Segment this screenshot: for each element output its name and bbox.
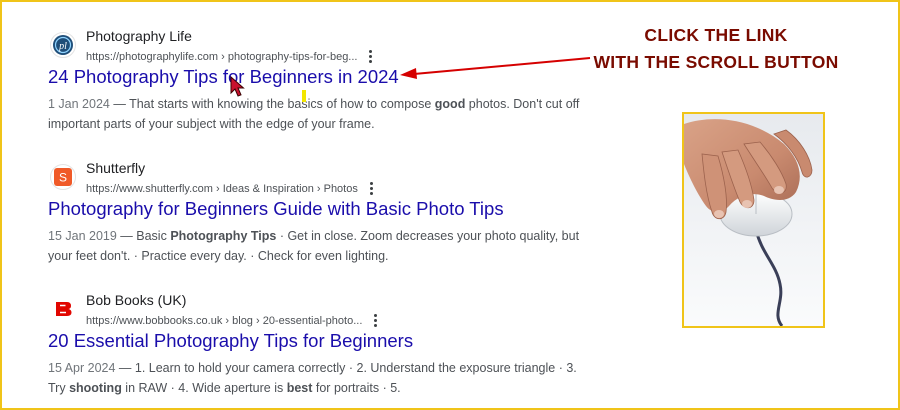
result-snippet: 15 Apr 2024 — 1. Learn to hold your came…	[48, 361, 577, 395]
bob-books-favicon-icon	[50, 296, 76, 322]
search-result: S Shutterfly https://www.shutterfly.com …	[48, 160, 608, 266]
result-snippet: 15 Jan 2019 — Basic Photography Tips · G…	[48, 229, 580, 263]
result-url: https://www.bobbooks.co.uk › blog › 20-e…	[86, 310, 380, 327]
site-name: Shutterfly	[86, 160, 146, 176]
more-options-icon[interactable]	[365, 49, 375, 63]
mouse-pointer-icon	[230, 76, 245, 97]
text-highlight-mark	[302, 90, 306, 102]
result-title-link[interactable]: 24 Photography Tips for Beginners in 202…	[48, 66, 608, 88]
svg-text:S: S	[59, 171, 67, 185]
hand-on-mouse-photo	[682, 112, 825, 328]
result-source[interactable]: pl Photography Life https://photographyl…	[48, 28, 608, 64]
result-source[interactable]: S Shutterfly https://www.shutterfly.com …	[48, 160, 608, 196]
shutterfly-favicon-icon: S	[50, 164, 76, 190]
callout-line-1: CLICK THE LINK	[644, 25, 788, 45]
photography-life-favicon-icon: pl	[50, 32, 76, 58]
screenshot-frame: pl Photography Life https://photographyl…	[0, 0, 900, 410]
callout-line-2: WITH THE SCROLL BUTTON	[593, 52, 839, 72]
more-options-icon[interactable]	[366, 181, 376, 195]
result-snippet: 1 Jan 2024 — That starts with knowing th…	[48, 97, 580, 131]
search-result: Bob Books (UK) https://www.bobbooks.co.u…	[48, 292, 608, 398]
more-options-icon[interactable]	[370, 313, 380, 327]
result-title-link[interactable]: 20 Essential Photography Tips for Beginn…	[48, 330, 608, 352]
search-result: pl Photography Life https://photographyl…	[48, 28, 608, 134]
result-url: https://www.shutterfly.com › Ideas & Ins…	[86, 178, 376, 195]
result-url: https://photographylife.com › photograph…	[86, 46, 375, 63]
site-name: Photography Life	[86, 28, 192, 44]
result-source[interactable]: Bob Books (UK) https://www.bobbooks.co.u…	[48, 292, 608, 328]
instruction-callout: CLICK THE LINK WITH THE SCROLL BUTTON	[586, 22, 846, 76]
svg-text:pl: pl	[58, 41, 67, 52]
site-name: Bob Books (UK)	[86, 292, 187, 308]
result-title-link[interactable]: Photography for Beginners Guide with Bas…	[48, 198, 608, 220]
